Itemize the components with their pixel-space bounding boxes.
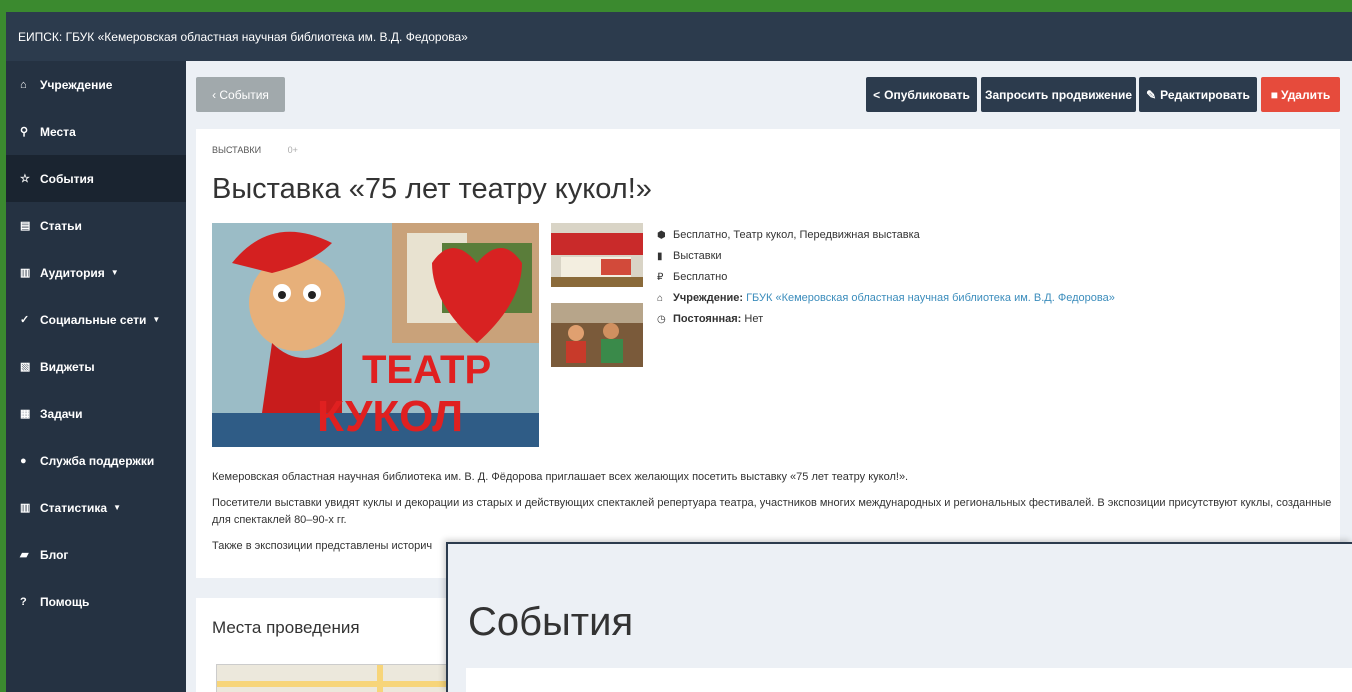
map-image [217,665,477,692]
share-icon: < [873,87,881,102]
map-marker-icon: ⚲ [20,126,29,138]
puppet-theatre-photo: ТЕАТР КУКОЛ [212,223,539,447]
thumbnail-image [551,223,643,287]
home-icon: ⌂ [20,78,27,91]
bar-chart-icon: ▥ [20,502,31,514]
bar-chart-icon: ▥ [20,267,31,279]
app-title: ЕИПСК: ГБУК «Кемеровская областная научн… [18,29,468,44]
event-organization: ⌂ Учреждение: ГБУК «Кемеровская областная… [657,288,1115,309]
caret-down-icon: ▼ [113,503,121,512]
venue-map[interactable] [216,664,477,692]
tasks-icon: ▦ [20,408,31,420]
sidebar-item-help[interactable]: ? Помощь [6,578,186,625]
sidebar-item-events[interactable]: ☆ События [6,155,186,202]
tags-icon: ⬢ [657,230,666,241]
edit-button[interactable]: ✎ Редактировать [1139,77,1257,112]
image-icon: ▧ [20,361,31,373]
sidebar-item-widgets[interactable]: ▧ Виджеты [6,343,186,390]
sidebar-item-label: Социальные сети [40,312,147,327]
sidebar-item-social[interactable]: ✓ Социальные сети ▼ [6,296,186,343]
back-to-events-button[interactable]: ‹ События [196,77,285,112]
thumbnail-image [551,303,643,367]
sidebar-item-label: Аудитория [40,265,105,280]
sidebar-item-label: Статьи [40,218,82,233]
caret-down-icon: ▼ [110,268,119,277]
sidebar-item-label: События [40,171,94,186]
publish-label: Опубликовать [884,87,970,102]
sidebar-item-label: Места [40,124,76,139]
clock-icon: ◷ [657,314,666,325]
event-permanent: ◷ Постоянная: Нет [657,309,1115,330]
photo-sign-top: ТЕАТР [362,348,491,392]
event-tags: ⬢ Бесплатно, Театр кукол, Передвижная выс… [657,225,1115,246]
description-paragraph: Посетители выставки увидят куклы и декор… [212,497,1332,526]
photo-sign-bottom: КУКОЛ [317,392,463,441]
pencil-icon: ✎ [1146,87,1157,102]
star-icon: ☆ [20,173,30,185]
event-type: ▮ Выставки [657,246,1115,267]
newspaper-icon: ▤ [20,220,31,232]
sidebar-item-label: Статистика [40,500,108,515]
question-circle-icon: ? [20,595,27,608]
vk-icon: ✓ [20,314,30,326]
caret-down-icon: ▼ [152,315,161,324]
trash-icon: ■ [1270,87,1278,102]
event-thumbnail[interactable] [551,303,643,367]
sidebar-item-label: Задачи [40,406,83,421]
event-thumbnail[interactable] [551,223,643,287]
page-title: Выставка «75 лет театру кукол!» [212,173,652,205]
sidebar-item-label: Служба поддержки [40,453,155,468]
sidebar-item-tasks[interactable]: ▦ Задачи [6,390,186,437]
home-icon: ⌂ [657,293,664,304]
organization-link[interactable]: ГБУК «Кемеровская областная научная библ… [746,292,1115,304]
event-meta: ⬢ Бесплатно, Театр кукол, Передвижная выс… [657,225,1115,330]
event-card: ВЫСТАВКИ 0+ Выставка «75 лет театру куко… [196,129,1340,578]
description-paragraph: Кемеровская областная научная библиотека… [212,471,909,483]
sidebar-item-support[interactable]: ● Служба поддержки [6,437,186,484]
comments-icon: ● [20,454,27,467]
publish-button[interactable]: < Опубликовать [866,77,977,112]
sidebar-item-statistics[interactable]: ▥ Статистика ▼ [6,484,186,531]
overlay-page-title: События [468,600,634,644]
sidebar-item-label: Учреждение [40,77,113,92]
sidebar-item-places[interactable]: ⚲ Места [6,108,186,155]
overlay-content-area [466,668,1352,692]
book-icon: ▰ [20,549,29,561]
sidebar: ⌂ Учреждение ⚲ Места ☆ События ▤ Статьи … [6,61,186,692]
bookmark-icon: ▮ [657,251,663,262]
age-rating: 0+ [287,145,298,155]
zoomed-events-panel: События [446,542,1352,692]
request-promotion-button[interactable]: Запросить продвижение [981,77,1136,112]
event-price: ₽ Бесплатно [657,267,1115,288]
event-category: ВЫСТАВКИ [212,145,262,155]
delete-label: Удалить [1280,87,1331,102]
places-title: Места проведения [212,618,360,637]
event-main-photo[interactable]: ТЕАТР КУКОЛ [212,223,539,447]
top-bar: ЕИПСК: ГБУК «Кемеровская областная научн… [6,12,1352,61]
sidebar-item-label: Блог [40,547,69,562]
sidebar-item-blog[interactable]: ▰ Блог [6,531,186,578]
delete-button[interactable]: ■ Удалить [1261,77,1340,112]
ruble-icon: ₽ [657,272,664,283]
event-tagline: ВЫСТАВКИ 0+ [212,145,298,155]
sidebar-item-audience[interactable]: ▥ Аудитория ▼ [6,249,186,296]
sidebar-item-articles[interactable]: ▤ Статьи [6,202,186,249]
sidebar-item-label: Помощь [40,594,90,609]
edit-label: Редактировать [1160,87,1250,102]
sidebar-item-label: Виджеты [40,359,95,374]
sidebar-item-institution[interactable]: ⌂ Учреждение [6,61,186,108]
